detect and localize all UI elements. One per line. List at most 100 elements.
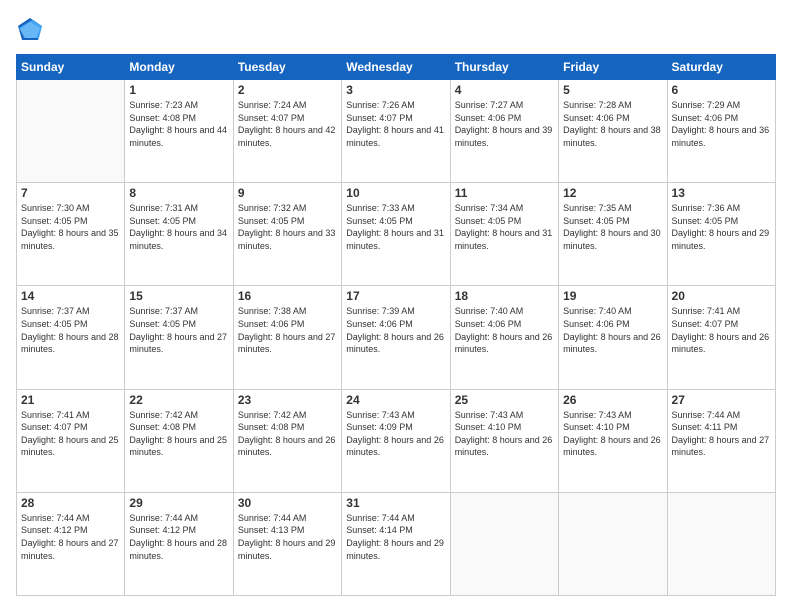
calendar-cell: 19 Sunrise: 7:40 AMSunset: 4:06 PMDayligh… [559, 286, 667, 389]
week-row-5: 28 Sunrise: 7:44 AMSunset: 4:12 PMDayligh… [17, 492, 776, 595]
day-info: Sunrise: 7:42 AMSunset: 4:08 PMDaylight:… [238, 409, 337, 459]
day-info: Sunrise: 7:26 AMSunset: 4:07 PMDaylight:… [346, 99, 445, 149]
day-info: Sunrise: 7:23 AMSunset: 4:08 PMDaylight:… [129, 99, 228, 149]
calendar-cell: 28 Sunrise: 7:44 AMSunset: 4:12 PMDayligh… [17, 492, 125, 595]
day-number: 16 [238, 289, 337, 303]
calendar-cell: 4 Sunrise: 7:27 AMSunset: 4:06 PMDaylight… [450, 80, 558, 183]
day-number: 13 [672, 186, 771, 200]
weekday-header-tuesday: Tuesday [233, 55, 341, 80]
page: SundayMondayTuesdayWednesdayThursdayFrid… [0, 0, 792, 612]
day-number: 22 [129, 393, 228, 407]
day-info: Sunrise: 7:43 AMSunset: 4:09 PMDaylight:… [346, 409, 445, 459]
calendar-cell: 14 Sunrise: 7:37 AMSunset: 4:05 PMDayligh… [17, 286, 125, 389]
day-number: 28 [21, 496, 120, 510]
calendar-cell: 29Sunrise: 7:44 AMSunset: 4:12 PMDayligh… [125, 492, 233, 595]
day-info: Sunrise: 7:44 AMSunset: 4:11 PMDaylight:… [672, 409, 771, 459]
weekday-header-wednesday: Wednesday [342, 55, 450, 80]
calendar-cell: 5Sunrise: 7:28 AMSunset: 4:06 PMDaylight… [559, 80, 667, 183]
calendar-cell: 1 Sunrise: 7:23 AMSunset: 4:08 PMDaylight… [125, 80, 233, 183]
day-number: 20 [672, 289, 771, 303]
calendar-cell: 24 Sunrise: 7:43 AMSunset: 4:09 PMDayligh… [342, 389, 450, 492]
day-number: 19 [563, 289, 662, 303]
day-info: Sunrise: 7:43 AMSunset: 4:10 PMDaylight:… [563, 409, 662, 459]
day-info: Sunrise: 7:44 AMSunset: 4:13 PMDaylight:… [238, 512, 337, 562]
day-info: Sunrise: 7:43 AMSunset: 4:10 PMDaylight:… [455, 409, 554, 459]
calendar-cell: 2 Sunrise: 7:24 AMSunset: 4:07 PMDaylight… [233, 80, 341, 183]
week-row-4: 21 Sunrise: 7:41 AMSunset: 4:07 PMDayligh… [17, 389, 776, 492]
week-row-3: 14 Sunrise: 7:37 AMSunset: 4:05 PMDayligh… [17, 286, 776, 389]
day-info: Sunrise: 7:33 AMSunset: 4:05 PMDaylight:… [346, 202, 445, 252]
day-number: 30 [238, 496, 337, 510]
calendar-cell: 22Sunrise: 7:42 AMSunset: 4:08 PMDayligh… [125, 389, 233, 492]
weekday-header-saturday: Saturday [667, 55, 775, 80]
day-number: 26 [563, 393, 662, 407]
day-number: 23 [238, 393, 337, 407]
weekday-header-sunday: Sunday [17, 55, 125, 80]
calendar-cell: 13 Sunrise: 7:36 AMSunset: 4:05 PMDayligh… [667, 183, 775, 286]
calendar-cell: 18 Sunrise: 7:40 AMSunset: 4:06 PMDayligh… [450, 286, 558, 389]
calendar-cell: 20 Sunrise: 7:41 AMSunset: 4:07 PMDayligh… [667, 286, 775, 389]
calendar-cell: 21 Sunrise: 7:41 AMSunset: 4:07 PMDayligh… [17, 389, 125, 492]
calendar-cell: 27Sunrise: 7:44 AMSunset: 4:11 PMDayligh… [667, 389, 775, 492]
day-info: Sunrise: 7:40 AMSunset: 4:06 PMDaylight:… [563, 305, 662, 355]
day-number: 18 [455, 289, 554, 303]
day-info: Sunrise: 7:44 AMSunset: 4:12 PMDaylight:… [129, 512, 228, 562]
calendar: SundayMondayTuesdayWednesdayThursdayFrid… [16, 54, 776, 596]
day-number: 2 [238, 83, 337, 97]
calendar-cell: 8 Sunrise: 7:31 AMSunset: 4:05 PMDaylight… [125, 183, 233, 286]
header [16, 16, 776, 44]
day-info: Sunrise: 7:27 AMSunset: 4:06 PMDaylight:… [455, 99, 554, 149]
day-number: 17 [346, 289, 445, 303]
weekday-header-row: SundayMondayTuesdayWednesdayThursdayFrid… [17, 55, 776, 80]
day-number: 1 [129, 83, 228, 97]
calendar-cell: 26 Sunrise: 7:43 AMSunset: 4:10 PMDayligh… [559, 389, 667, 492]
day-info: Sunrise: 7:36 AMSunset: 4:05 PMDaylight:… [672, 202, 771, 252]
weekday-header-monday: Monday [125, 55, 233, 80]
day-number: 9 [238, 186, 337, 200]
calendar-cell: 17 Sunrise: 7:39 AMSunset: 4:06 PMDayligh… [342, 286, 450, 389]
day-info: Sunrise: 7:34 AMSunset: 4:05 PMDaylight:… [455, 202, 554, 252]
calendar-cell [17, 80, 125, 183]
day-number: 4 [455, 83, 554, 97]
weekday-header-thursday: Thursday [450, 55, 558, 80]
calendar-cell: 15Sunrise: 7:37 AMSunset: 4:05 PMDayligh… [125, 286, 233, 389]
day-info: Sunrise: 7:24 AMSunset: 4:07 PMDaylight:… [238, 99, 337, 149]
day-number: 5 [563, 83, 662, 97]
day-info: Sunrise: 7:41 AMSunset: 4:07 PMDaylight:… [21, 409, 120, 459]
day-info: Sunrise: 7:31 AMSunset: 4:05 PMDaylight:… [129, 202, 228, 252]
calendar-cell [667, 492, 775, 595]
calendar-cell: 30 Sunrise: 7:44 AMSunset: 4:13 PMDayligh… [233, 492, 341, 595]
calendar-cell: 31 Sunrise: 7:44 AMSunset: 4:14 PMDayligh… [342, 492, 450, 595]
day-number: 21 [21, 393, 120, 407]
day-number: 7 [21, 186, 120, 200]
day-info: Sunrise: 7:37 AMSunset: 4:05 PMDaylight:… [21, 305, 120, 355]
day-info: Sunrise: 7:35 AMSunset: 4:05 PMDaylight:… [563, 202, 662, 252]
day-number: 25 [455, 393, 554, 407]
calendar-cell: 3Sunrise: 7:26 AMSunset: 4:07 PMDaylight… [342, 80, 450, 183]
day-number: 8 [129, 186, 228, 200]
day-info: Sunrise: 7:40 AMSunset: 4:06 PMDaylight:… [455, 305, 554, 355]
day-number: 6 [672, 83, 771, 97]
logo-icon [16, 16, 44, 44]
day-number: 11 [455, 186, 554, 200]
day-number: 10 [346, 186, 445, 200]
calendar-cell [559, 492, 667, 595]
day-number: 15 [129, 289, 228, 303]
calendar-cell: 9 Sunrise: 7:32 AMSunset: 4:05 PMDaylight… [233, 183, 341, 286]
day-info: Sunrise: 7:44 AMSunset: 4:12 PMDaylight:… [21, 512, 120, 562]
day-number: 24 [346, 393, 445, 407]
calendar-cell: 11 Sunrise: 7:34 AMSunset: 4:05 PMDayligh… [450, 183, 558, 286]
day-info: Sunrise: 7:44 AMSunset: 4:14 PMDaylight:… [346, 512, 445, 562]
day-info: Sunrise: 7:41 AMSunset: 4:07 PMDaylight:… [672, 305, 771, 355]
calendar-cell: 7Sunrise: 7:30 AMSunset: 4:05 PMDaylight… [17, 183, 125, 286]
day-info: Sunrise: 7:38 AMSunset: 4:06 PMDaylight:… [238, 305, 337, 355]
day-number: 31 [346, 496, 445, 510]
day-number: 12 [563, 186, 662, 200]
calendar-cell: 6Sunrise: 7:29 AMSunset: 4:06 PMDaylight… [667, 80, 775, 183]
day-info: Sunrise: 7:32 AMSunset: 4:05 PMDaylight:… [238, 202, 337, 252]
weekday-header-friday: Friday [559, 55, 667, 80]
calendar-cell: 23 Sunrise: 7:42 AMSunset: 4:08 PMDayligh… [233, 389, 341, 492]
week-row-1: 1 Sunrise: 7:23 AMSunset: 4:08 PMDaylight… [17, 80, 776, 183]
day-info: Sunrise: 7:39 AMSunset: 4:06 PMDaylight:… [346, 305, 445, 355]
day-number: 14 [21, 289, 120, 303]
